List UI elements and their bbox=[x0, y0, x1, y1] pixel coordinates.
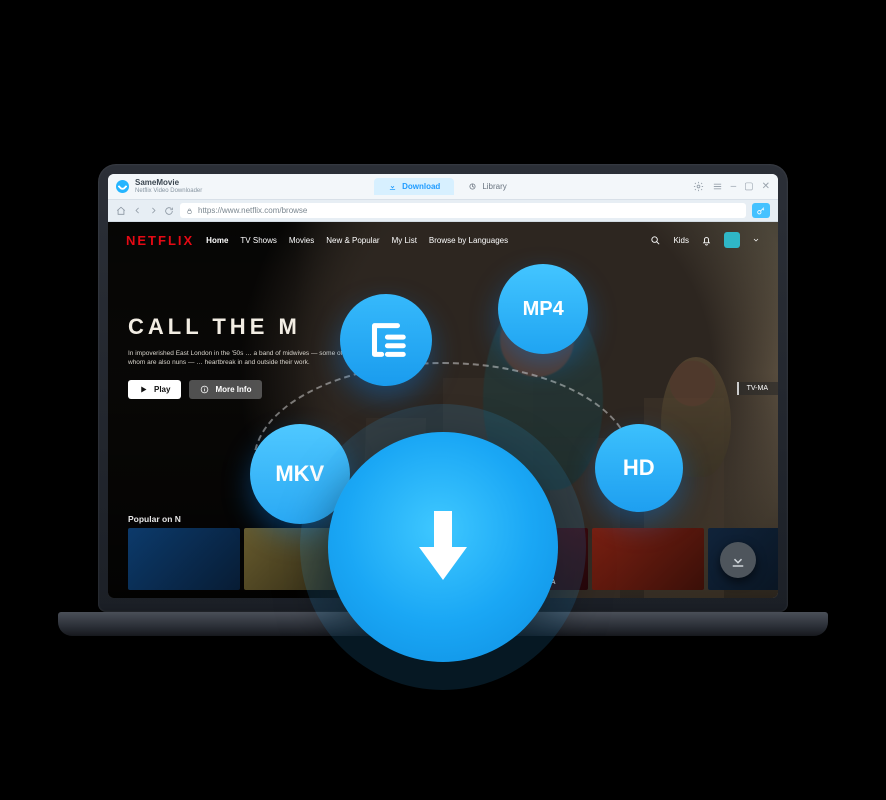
nav-reload-button[interactable] bbox=[164, 206, 174, 216]
info-icon bbox=[200, 385, 209, 394]
app-tabs: Download Library bbox=[374, 178, 521, 195]
big-download-badge bbox=[328, 432, 558, 662]
bubble-mkv-label: MKV bbox=[275, 461, 324, 487]
library-icon bbox=[468, 182, 477, 191]
key-button[interactable] bbox=[752, 203, 770, 218]
nav-forward-button[interactable] bbox=[148, 206, 158, 216]
nav-item-newpopular[interactable]: New & Popular bbox=[326, 236, 379, 245]
url-text: https://www.netflix.com/browse bbox=[198, 206, 307, 215]
tab-download-label: Download bbox=[402, 182, 440, 191]
nav-item-tvshows[interactable]: TV Shows bbox=[240, 236, 276, 245]
play-button[interactable]: Play bbox=[128, 380, 181, 399]
bubble-subtitle bbox=[340, 294, 432, 386]
app-logo-icon bbox=[116, 180, 129, 193]
nav-item-home[interactable]: Home bbox=[206, 236, 228, 245]
more-info-label: More Info bbox=[215, 385, 251, 394]
bell-icon[interactable] bbox=[701, 235, 712, 246]
window-controls: – ▢ ✕ bbox=[693, 181, 770, 192]
url-field[interactable]: https://www.netflix.com/browse bbox=[180, 203, 746, 218]
menu-icon[interactable] bbox=[712, 181, 723, 192]
app-meta: SameMovie Netflix Video Downloader bbox=[135, 179, 202, 194]
thumbnail[interactable] bbox=[128, 528, 240, 590]
chevron-down-icon[interactable] bbox=[752, 236, 760, 244]
app-name: SameMovie bbox=[135, 179, 202, 187]
window-maximize-button[interactable]: ▢ bbox=[744, 182, 753, 192]
address-bar: https://www.netflix.com/browse bbox=[108, 200, 778, 222]
tab-download[interactable]: Download bbox=[374, 178, 454, 195]
netflix-logo[interactable]: NETFLIX bbox=[126, 233, 194, 248]
download-arrow-icon bbox=[729, 551, 747, 569]
hero-title: CALL THE M bbox=[128, 314, 358, 340]
bubble-mp4: MP4 bbox=[498, 264, 588, 354]
rating-badge: TV-MA bbox=[737, 382, 778, 395]
download-icon bbox=[388, 182, 397, 191]
home-button[interactable] bbox=[116, 206, 126, 216]
app-titlebar: SameMovie Netflix Video Downloader Downl… bbox=[108, 174, 778, 200]
row-label: Popular on N bbox=[128, 514, 181, 524]
nav-back-button[interactable] bbox=[132, 206, 142, 216]
avatar[interactable] bbox=[724, 232, 740, 248]
big-download-icon bbox=[395, 499, 491, 595]
lock-icon bbox=[186, 207, 193, 215]
window-minimize-button[interactable]: – bbox=[731, 182, 737, 192]
key-icon bbox=[756, 206, 766, 216]
nav-item-mylist[interactable]: My List bbox=[392, 236, 417, 245]
bubble-hd-label: HD bbox=[623, 455, 655, 481]
hero-text: CALL THE M In impoverished East London i… bbox=[128, 314, 358, 399]
play-icon bbox=[139, 385, 148, 394]
netflix-topbar: NETFLIX Home TV Shows Movies New & Popul… bbox=[108, 222, 778, 258]
bubble-mp4-label: MP4 bbox=[523, 298, 564, 321]
search-icon[interactable] bbox=[650, 235, 661, 246]
nav-item-movies[interactable]: Movies bbox=[289, 236, 314, 245]
bubble-hd: HD bbox=[595, 424, 683, 512]
tab-library-label: Library bbox=[482, 182, 506, 191]
tab-library[interactable]: Library bbox=[454, 178, 520, 195]
netflix-nav: Home TV Shows Movies New & Popular My Li… bbox=[206, 236, 508, 245]
window-close-button[interactable]: ✕ bbox=[762, 182, 770, 192]
more-info-button[interactable]: More Info bbox=[189, 380, 262, 399]
thumbnail[interactable] bbox=[592, 528, 704, 590]
download-fab[interactable] bbox=[720, 542, 756, 578]
subtitle-icon bbox=[363, 317, 409, 363]
nav-item-languages[interactable]: Browse by Languages bbox=[429, 236, 508, 245]
play-button-label: Play bbox=[154, 385, 170, 394]
gear-icon[interactable] bbox=[693, 181, 704, 192]
kids-link[interactable]: Kids bbox=[673, 236, 689, 245]
app-subtitle: Netflix Video Downloader bbox=[135, 188, 202, 194]
hero-description: In impoverished East London in the '50s … bbox=[128, 350, 358, 368]
